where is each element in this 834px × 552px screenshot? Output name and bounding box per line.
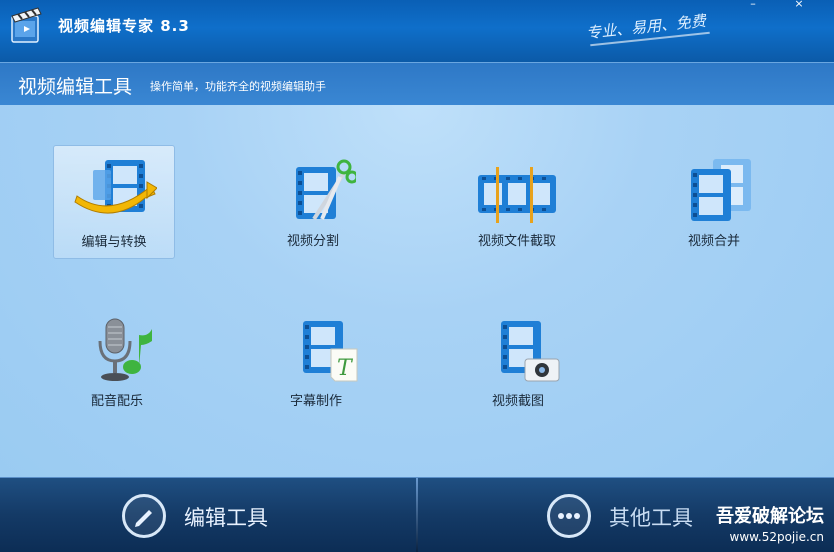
film-scissors-icon [296, 159, 356, 221]
tab-other-tools[interactable]: 其他工具 [547, 494, 717, 538]
tool-label: 视频合并 [687, 234, 740, 249]
section-header: 视频编辑工具 操作简单，功能齐全的视频编辑助手 [0, 62, 834, 106]
footer-divider [416, 478, 418, 552]
app-logo-icon [11, 7, 42, 43]
tab-edit-tools[interactable]: 编辑工具 [122, 494, 292, 538]
tool-video-trim[interactable]: 视频文件截取 [457, 145, 577, 257]
tool-edit-convert[interactable]: 编辑与转换 [53, 145, 175, 259]
app-title: 视频编辑专家 8.3 [58, 17, 190, 35]
watermark-url: www.52pojie.cn [729, 530, 824, 544]
film-camera-icon [501, 321, 560, 382]
tab-other-label: 其他工具 [609, 506, 693, 530]
film-convert-icon [74, 160, 157, 214]
tool-subtitles[interactable]: T 字幕制作 [256, 305, 376, 417]
tool-label: 视频文件截取 [477, 234, 556, 249]
tool-grid: 编辑与转换 视频分割 视频文件截取 视频合并 配音配乐 T 字幕制作 视频截图 [0, 105, 834, 477]
minimize-button[interactable]: – [742, 0, 764, 10]
page-title: 视频编辑工具 [18, 76, 133, 98]
tool-label: 视频截图 [491, 394, 544, 409]
pencil-icon [122, 494, 166, 538]
title-bar: 视频编辑专家 8.3 专业、易用、免费 – × [0, 0, 834, 62]
tool-dubbing[interactable]: 配音配乐 [57, 305, 177, 417]
watermark-title: 吾爱破解论坛 [716, 506, 824, 527]
microphone-music-icon [98, 318, 152, 381]
footer-nav: 编辑工具 其他工具 [0, 477, 834, 552]
tool-video-snapshot[interactable]: 视频截图 [458, 305, 578, 417]
tab-edit-label: 编辑工具 [184, 506, 268, 530]
tool-label: 字幕制作 [289, 394, 342, 409]
tool-label: 配音配乐 [90, 394, 143, 409]
tool-label: 编辑与转换 [81, 235, 147, 250]
film-subtitle-icon: T [303, 321, 358, 382]
film-trim-icon [478, 167, 556, 223]
film-merge-icon [691, 159, 751, 221]
tool-label: 视频分割 [286, 234, 339, 249]
watermark: 吾爱破解论坛 www.52pojie.cn [716, 502, 824, 544]
tool-video-split[interactable]: 视频分割 [253, 145, 373, 257]
page-subtitle: 操作简单，功能齐全的视频编辑助手 [150, 80, 326, 93]
svg-text:T: T [337, 356, 354, 381]
close-button[interactable]: × [788, 0, 810, 10]
tool-video-merge[interactable]: 视频合并 [654, 145, 774, 257]
more-dots-icon [547, 494, 591, 538]
